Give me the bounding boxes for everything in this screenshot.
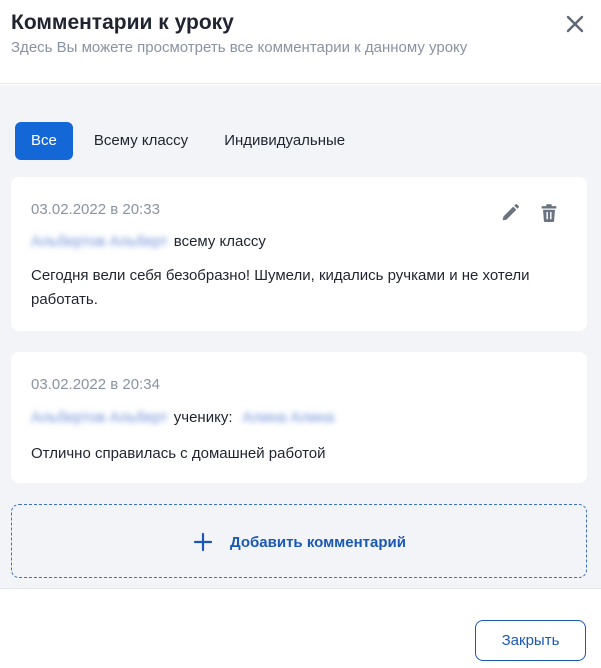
comment-card: 03.02.2022 в 20:34 Альбертов Альберт уче… [11,352,587,483]
modal-subtitle: Здесь Вы можете просмотреть все коммента… [11,39,468,56]
comment-date: 03.02.2022 в 20:33 [31,201,160,218]
close-button[interactable]: Закрыть [475,620,586,661]
trash-icon[interactable] [538,202,560,224]
modal-title: Комментарии к уроку [11,11,234,34]
comment-target: всему классу [173,233,266,250]
author-name: Альбертов Альберт [31,233,168,250]
plus-icon [193,532,213,552]
filter-tabs: Все Всему классу Индивидуальные [15,122,366,160]
comments-body: Все Всему классу Индивидуальные 03.02.20… [0,85,601,588]
add-comment-content: Добавить комментарий [193,532,406,552]
comment-meta: Альбертов Альберт ученику: Алина Алина [31,409,340,426]
comment-text: Сегодня вели себя безобразно! Шумели, ки… [31,267,530,308]
tab-all[interactable]: Все [15,122,73,160]
recipient-name: Алина Алина [242,409,335,426]
comment-target: ученику: [173,409,233,426]
modal-header: Комментарии к уроку Здесь Вы можете прос… [0,0,601,84]
pencil-icon[interactable] [499,202,521,224]
tab-individual[interactable]: Индивидуальные [209,122,360,160]
close-icon[interactable] [563,12,587,36]
author-name: Альбертов Альберт [31,409,168,426]
comment-card: 03.02.2022 в 20:33 Альбертов Альберт все… [11,177,587,331]
comment-date: 03.02.2022 в 20:34 [31,376,160,393]
modal-footer: Закрыть [0,588,601,668]
comment-text: Отлично справилась с домашней работой [31,445,326,462]
add-comment-label: Добавить комментарий [230,533,406,551]
add-comment-button[interactable]: Добавить комментарий [11,504,587,578]
comment-meta: Альбертов Альберт всему классу [31,233,266,250]
tab-whole-class[interactable]: Всему классу [79,122,203,160]
